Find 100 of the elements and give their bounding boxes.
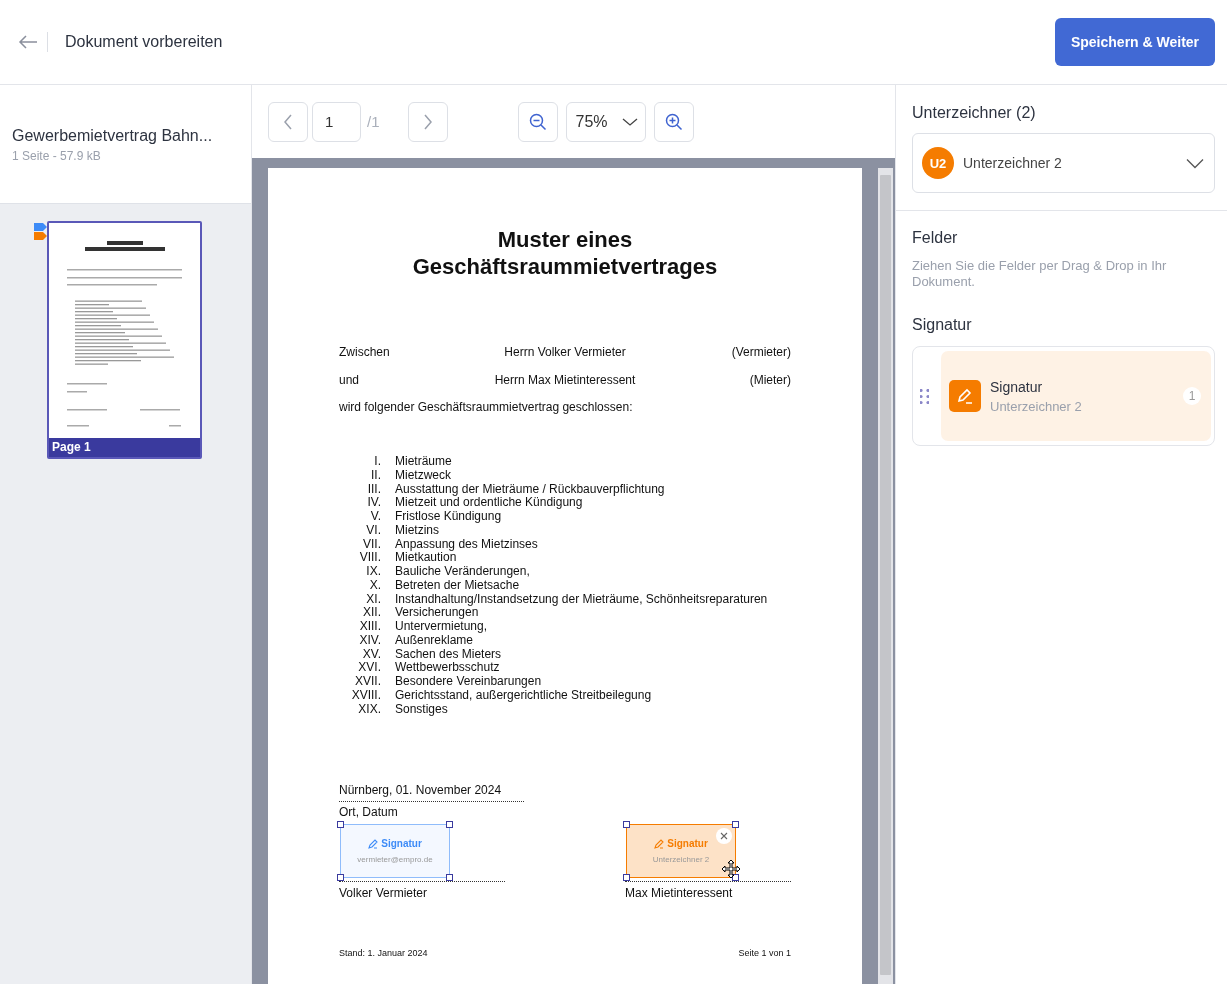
footer-text: Stand: 1. Januar 2024 xyxy=(339,948,428,959)
clause-number: II. xyxy=(371,467,381,482)
clause-number: X. xyxy=(369,577,381,592)
resize-handle[interactable] xyxy=(337,874,344,882)
signature-field-label: Signatur xyxy=(381,838,422,850)
clause-number: V. xyxy=(370,509,381,523)
resize-handle[interactable] xyxy=(446,874,453,882)
clause-title: Außenreklame xyxy=(395,633,474,648)
clause-title: Mietzeit und ordentliche Kündigung xyxy=(395,496,583,510)
page-title: Dokument vorbereiten xyxy=(65,33,223,51)
document-meta: 1 Seite - 57.9 kB xyxy=(12,149,102,163)
signature-field-item[interactable]: Signatur Unterzeichner 2 1 xyxy=(941,351,1211,441)
page-label: Page 1 xyxy=(49,438,200,457)
signer-name: Unterzeichner 2 xyxy=(963,155,1063,171)
clause-title: Instandhaltung/Instandsetzung der Mieträume, Schönheitsreparaturen xyxy=(395,592,768,607)
party-role: (Vermieter) xyxy=(730,345,791,359)
page-number-text: Seite 1 von 1 xyxy=(738,948,791,959)
page-number-field[interactable]: 1 xyxy=(312,101,361,142)
pen-icon xyxy=(368,838,379,849)
clause-title: Versicherungen xyxy=(395,606,479,620)
field-signer: Unterzeichner 2 xyxy=(990,398,1083,414)
signatory-name: Volker Vermieter xyxy=(339,886,429,901)
scrollbar[interactable] xyxy=(878,168,893,984)
section-heading: Signatur xyxy=(912,316,973,334)
signers-heading: Unterzeichner (2) xyxy=(912,104,1037,122)
field-label: Signatur xyxy=(990,378,1044,395)
clause-number: XII. xyxy=(363,605,381,620)
clause-title: Besondere Vereinbarungen xyxy=(395,675,542,689)
signer-avatar: U2 xyxy=(922,147,954,179)
clause-title: Mietzweck xyxy=(395,468,451,483)
clause-number: III. xyxy=(367,481,381,496)
fields-heading: Felder xyxy=(912,229,959,247)
place-date: Nürnberg, 01. November 2024 xyxy=(339,783,502,798)
intro-text: wird folgender Geschäftsraummietvertrag geschlossen: xyxy=(339,400,633,414)
party-role: (Mieter) xyxy=(748,373,791,387)
clause-number: IX. xyxy=(366,564,381,578)
party-label: und xyxy=(339,373,361,387)
clause-title: Fristlose Kündigung xyxy=(395,510,502,524)
zoom-out-button[interactable] xyxy=(517,101,558,142)
chevron-down-icon xyxy=(1186,157,1204,169)
close-icon[interactable] xyxy=(716,828,732,845)
clause-title: Gerichtsstand, außergerichtliche Streitbeilegung xyxy=(395,688,652,703)
field-card[interactable]: Signatur Unterzeichner 2 1 xyxy=(912,346,1215,446)
party-label: Zwischen xyxy=(339,345,391,359)
clause-number: XI. xyxy=(366,591,381,606)
drag-handle-icon xyxy=(920,388,929,404)
zoom-in-icon xyxy=(664,112,683,131)
signature-field-label: Signatur xyxy=(667,838,708,850)
clause-number: IV. xyxy=(367,495,381,510)
signature-field-signer: vermieter@empro.de xyxy=(357,855,433,865)
party-name: Herrn Max Mietinteressent xyxy=(493,373,637,387)
zoom-in-button[interactable] xyxy=(653,101,694,142)
signature-pen-icon xyxy=(949,380,981,412)
clause-title: Mietkaution xyxy=(395,551,457,565)
zoom-out-icon xyxy=(528,112,547,131)
fields-hint: Ziehen Sie die Felder per Drag & Drop in Ihr Dokument. xyxy=(912,258,1168,290)
party-name: Herrn Volker Vermieter xyxy=(503,345,627,359)
signatory-name: Max Mietinteressent xyxy=(625,886,734,901)
scrollbar-thumb[interactable] xyxy=(880,175,891,975)
zoom-dropdown[interactable]: 75% xyxy=(565,101,646,142)
clause-title: Sonstiges xyxy=(395,702,448,717)
clause-title: Anpassung des Mietzinses xyxy=(395,537,538,552)
clause-title: Ausstattung der Mieträume / Rückbauverpflichtung xyxy=(395,482,665,497)
clause-title: Bauliche Veränderungen, xyxy=(395,565,530,579)
save-continue-button[interactable]: Speichern & Weiter xyxy=(1055,18,1215,66)
back-arrow-icon[interactable] xyxy=(18,34,38,50)
clause-number: XIV. xyxy=(359,632,381,647)
chevron-right-icon xyxy=(422,112,433,131)
place-date-label: Ort, Datum xyxy=(339,805,398,820)
signer-dropdown[interactable]: U2 Unterzeichner 2 xyxy=(912,133,1215,193)
clause-number: VII. xyxy=(363,536,381,551)
resize-handle[interactable] xyxy=(337,821,344,829)
clause-number: VIII. xyxy=(359,550,381,565)
clause-number: XVIII. xyxy=(351,687,381,702)
clause-title: Mietzins xyxy=(395,523,439,538)
resize-handle[interactable] xyxy=(732,821,739,829)
move-cursor-icon xyxy=(721,859,741,880)
clause-number: I. xyxy=(374,454,381,468)
chevron-left-icon xyxy=(283,112,293,131)
clause-title: Wettbewerbsschutz xyxy=(395,661,500,675)
clause-title: Untervermietung, xyxy=(395,620,488,634)
clause-number: XIX. xyxy=(358,701,381,716)
resize-handle[interactable] xyxy=(623,874,630,882)
page-total: /1 xyxy=(367,113,380,130)
page-thumbnail[interactable]: Page 1 xyxy=(47,221,202,459)
clause-number: XV. xyxy=(362,646,381,661)
resize-handle[interactable] xyxy=(446,821,453,829)
clause-number: XVII. xyxy=(355,674,381,688)
document-heading: Geschäftsraummietvertrages xyxy=(412,253,718,280)
resize-handle[interactable] xyxy=(623,821,630,829)
document-name: Gewerbemietvertrag Bahn... xyxy=(12,127,214,145)
clause-title: Betreten der Mietsache xyxy=(395,578,520,593)
clause-title: Mieträume xyxy=(395,455,452,469)
clause-title: Sachen des Mieters xyxy=(395,647,502,662)
signature-field-signer: Unterzeichner 2 xyxy=(652,855,710,865)
count-badge: 1 xyxy=(1183,387,1201,405)
pen-icon xyxy=(654,838,665,849)
document-heading: Muster eines xyxy=(497,226,633,253)
clause-number: XVI. xyxy=(358,660,381,675)
clause-number: VI. xyxy=(366,522,381,537)
